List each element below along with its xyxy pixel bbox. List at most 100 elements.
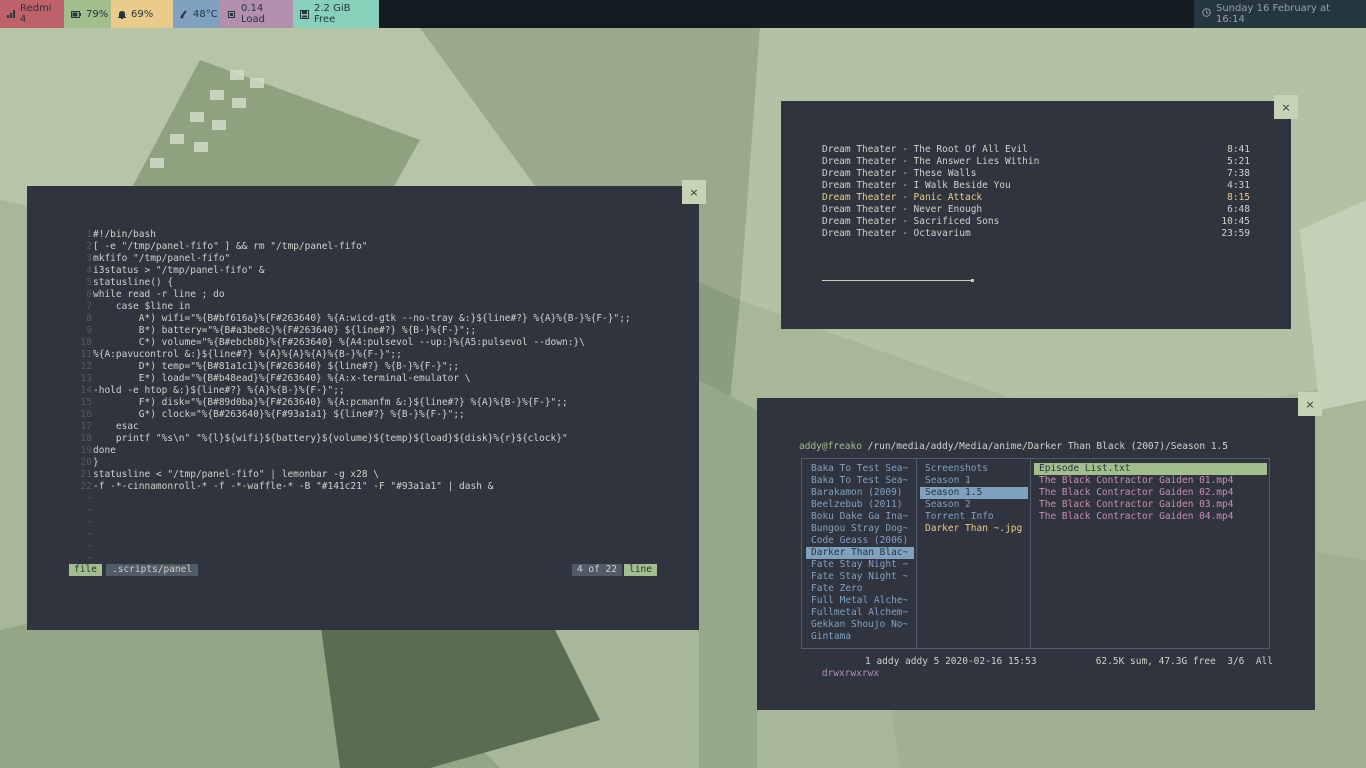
- track-title: Dream Theater - The Answer Lies Within: [822, 156, 1040, 167]
- directory-entry[interactable]: Full Metal Alche~: [806, 595, 914, 607]
- code-line[interactable]: 15 F*) disk="%{B#89d0ba}%{F#263640} %{A:…: [81, 397, 631, 409]
- line-text: G*) clock="%{B#263640}%{F#93a1a1} ${line…: [93, 409, 465, 420]
- directory-entry[interactable]: Boku Dake Ga Ina~: [806, 511, 914, 523]
- code-line[interactable]: 1#!/bin/bash: [86, 229, 631, 241]
- load-segment[interactable]: 0.14 Load: [220, 0, 293, 28]
- floppy-icon: [300, 9, 309, 19]
- directory-entry[interactable]: Baka To Test Sea~: [806, 475, 914, 487]
- code-line[interactable]: 22-f -*-cinnamonroll-* -f -*-waffle-* -B…: [81, 481, 631, 493]
- code-line[interactable]: 18 printf "%s\n" "%{l}${wifi}${battery}$…: [81, 433, 631, 445]
- playlist-track[interactable]: Dream Theater - The Root Of All Evil 8:41: [822, 144, 1250, 156]
- directory-entry[interactable]: Season 1.5: [920, 487, 1028, 499]
- editor-window[interactable]: × 1#!/bin/bash 2[ -e "/tmp/panel-fifo" ] …: [27, 180, 706, 630]
- playlist-track[interactable]: Dream Theater - These Walls 7:38: [822, 168, 1250, 180]
- track-duration: 7:38: [1227, 168, 1250, 179]
- code-line[interactable]: 19done: [81, 445, 631, 457]
- code-line[interactable]: 8 A*) wifi="%{B#bf616a}%{F#263640} %{A:w…: [86, 313, 630, 325]
- code-line[interactable]: 2[ -e "/tmp/panel-fifo" ] && rm "/tmp/pa…: [86, 241, 631, 253]
- directory-entry[interactable]: Code Geass (2006): [806, 535, 914, 547]
- close-button[interactable]: ×: [1298, 392, 1322, 416]
- track-title: Dream Theater - Octavarium: [822, 228, 971, 239]
- parent-directory-column: Baka To Test Sea~ Baka To Test Sea~ Baraka…: [806, 463, 914, 643]
- code-line[interactable]: 7 case $line in: [86, 301, 631, 313]
- playback-progress-bar[interactable]: [822, 279, 974, 282]
- playlist-track[interactable]: Dream Theater - The Answer Lies Within 5:…: [822, 156, 1250, 168]
- code-line[interactable]: 6while read -r line ; do: [86, 289, 631, 301]
- code-line[interactable]: 5statusline() {: [86, 277, 631, 289]
- code-line[interactable]: 16 G*) clock="%{B#263640}%{F#93a1a1} ${l…: [81, 409, 631, 421]
- playlist-track[interactable]: Dream Theater - Panic Attack 8:15: [822, 192, 1250, 204]
- directory-entry[interactable]: Season 1: [920, 475, 1028, 487]
- code-line[interactable]: 13 E*) load="%{B#b48ead}%{F#263640} %{A:…: [81, 373, 631, 385]
- volume-segment[interactable]: 69%: [111, 0, 173, 28]
- line-text: statusline() {: [93, 277, 174, 288]
- track-title: Dream Theater - Sacrificed Sons: [822, 216, 1000, 227]
- close-button[interactable]: ×: [1274, 95, 1298, 119]
- playlist-track[interactable]: Dream Theater - I Walk Beside You 4:31: [822, 180, 1250, 192]
- file-entry[interactable]: The Black Contractor Gaiden 03.mp4: [1034, 499, 1267, 511]
- directory-entry[interactable]: Gintama: [806, 631, 914, 643]
- current-path: addy@freako /run/media/addy/Media/anime/…: [799, 441, 1228, 453]
- code-line[interactable]: ~: [86, 517, 631, 529]
- directory-entry[interactable]: Bungou Stray Dog~: [806, 523, 914, 535]
- music-player-window[interactable]: × Dream Theater - The Root Of All Evil 8:…: [781, 95, 1298, 329]
- playlist-track[interactable]: Dream Theater - Sacrificed Sons 10:45: [822, 216, 1250, 228]
- line-text: C*) volume="%{B#ebcb8b}%{F#263640} %{A4:…: [93, 337, 585, 348]
- line-number: ~: [86, 541, 92, 552]
- code-line[interactable]: 4i3status > "/tmp/panel-fifo" &: [86, 265, 631, 277]
- line-text: done: [93, 445, 116, 456]
- wifi-segment[interactable]: Redmi 4: [0, 0, 64, 28]
- directory-entry[interactable]: Gekkan Shoujo No~: [806, 619, 914, 631]
- line-number: 18: [80, 433, 92, 444]
- directory-entry[interactable]: Fate Zero: [806, 583, 914, 595]
- playlist-track[interactable]: Dream Theater - Octavarium 23:59: [822, 228, 1250, 240]
- code-line[interactable]: 21statusline < "/tmp/panel-fifo" | lemon…: [81, 469, 631, 481]
- code-line[interactable]: ~: [86, 529, 631, 541]
- editor-statusline: file .scripts/panel 4 of 22 line: [69, 564, 657, 576]
- code-line[interactable]: 10 C*) volume="%{B#ebcb8b}%{F#263640} %{…: [81, 337, 631, 349]
- bell-icon: [118, 10, 126, 19]
- directory-entry[interactable]: Darker Than ~.jpg: [920, 523, 1028, 535]
- disk-segment[interactable]: 2.2 GiB Free: [293, 0, 379, 28]
- code-line[interactable]: 12 D*) temp="%{B#81a1c1}%{F#263640} ${li…: [81, 361, 631, 373]
- directory-entry[interactable]: Barakamon (2009): [806, 487, 914, 499]
- code-line[interactable]: 9 B*) battery="%{B#a3be8c}%{F#263640} ${…: [86, 325, 631, 337]
- file-entry[interactable]: Episode List.txt: [1034, 463, 1267, 475]
- directory-entry[interactable]: Beelzebub (2011): [806, 499, 914, 511]
- file-entry[interactable]: The Black Contractor Gaiden 02.mp4: [1034, 487, 1267, 499]
- directory-entry[interactable]: Baka To Test Sea~: [806, 463, 914, 475]
- code-line[interactable]: ~: [86, 541, 631, 553]
- code-line[interactable]: 17 esac: [81, 421, 631, 433]
- code-line[interactable]: 3mkfifo "/tmp/panel-fifo": [86, 253, 631, 265]
- file-entry[interactable]: The Black Contractor Gaiden 04.mp4: [1034, 511, 1267, 523]
- code-line[interactable]: ~: [86, 493, 631, 505]
- line-text: -hold -e htop &:}${line#?} %{A}%{B-}%{F-…: [93, 385, 345, 396]
- playlist-track[interactable]: Dream Theater - Never Enough 6:48: [822, 204, 1250, 216]
- line-number: 13: [80, 373, 92, 384]
- signal-icon: [7, 10, 15, 18]
- directory-entry[interactable]: Darker Than Blac~: [806, 547, 914, 559]
- directory-entry[interactable]: Fullmetal Alchem~: [806, 607, 914, 619]
- directory-entry[interactable]: Screenshots: [920, 463, 1028, 475]
- directory-entry[interactable]: Fate Stay Night ~: [806, 571, 914, 583]
- preview-column: Episode List.txt The Black Contractor Gai…: [1034, 463, 1267, 523]
- code-buffer[interactable]: 1#!/bin/bash 2[ -e "/tmp/panel-fifo" ] &&…: [81, 229, 631, 565]
- directory-entry[interactable]: Torrent Info: [920, 511, 1028, 523]
- file-manager-window[interactable]: × addy@freako /run/media/addy/Media/anim…: [757, 392, 1322, 710]
- close-button[interactable]: ×: [682, 180, 706, 204]
- code-line[interactable]: 11%{A:pavucontrol &:}${line#?} %{A}%{A}%…: [81, 349, 631, 361]
- temperature-label: 48°C: [193, 8, 218, 20]
- position-type: line: [624, 564, 657, 576]
- code-line[interactable]: 20}: [81, 457, 631, 469]
- line-text: -f -*-cinnamonroll-* -f -*-waffle-* -B "…: [93, 481, 494, 492]
- progress-knob[interactable]: [970, 279, 974, 282]
- wifi-label: Redmi 4: [20, 3, 52, 25]
- code-line[interactable]: 14-hold -e htop &:}${line#?} %{A}%{B-}%{…: [81, 385, 631, 397]
- code-line[interactable]: ~: [86, 505, 631, 517]
- file-entry[interactable]: The Black Contractor Gaiden 01.mp4: [1034, 475, 1267, 487]
- directory-entry[interactable]: Fate Stay Night ~: [806, 559, 914, 571]
- battery-segment: 79%: [64, 0, 111, 28]
- line-text: #!/bin/bash: [93, 229, 156, 240]
- cpu-icon: [227, 10, 236, 19]
- directory-entry[interactable]: Season 2: [920, 499, 1028, 511]
